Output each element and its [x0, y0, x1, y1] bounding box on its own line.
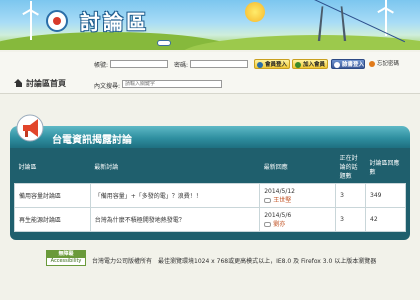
column-header: 討論區	[18, 164, 37, 171]
forum-name-link[interactable]: 備用容量討論區	[14, 183, 91, 208]
site-banner: 討論區	[0, 0, 420, 50]
latest-reply-cell: 2014/5/12 王世堅	[259, 183, 337, 208]
topic-count: 3	[335, 207, 367, 232]
reply-user-link[interactable]: 王世堅	[273, 197, 291, 204]
panel-title: 台電資訊揭露討論	[52, 135, 132, 146]
table-row: 備用容量討論區 「備用容量」+「多發的電」？浪費！！ 2014/5/12 王世堅…	[14, 183, 406, 208]
reply-user-link[interactable]: 劉亦	[273, 221, 285, 228]
account-input[interactable]	[110, 60, 168, 68]
account-label: 帳號:	[94, 62, 109, 69]
latest-topic-link[interactable]: 「備用容量」+「多發的電」？浪費！！	[89, 183, 261, 208]
accessibility-badge-title: 無障礙	[47, 251, 85, 258]
join-member-label: 加入會員	[303, 62, 326, 68]
panel-body: 討論區 最新討論 最新回應 正在討論的話題數 討論區回應數 備用容量討論區 「備…	[10, 148, 410, 240]
latest-topic-link[interactable]: 台灣為什麼不積極開發地熱發電？	[89, 207, 261, 232]
forum-home-label: 討論區首頁	[26, 79, 66, 88]
column-header: 最新討論	[94, 164, 119, 171]
topic-count: 3	[335, 183, 367, 208]
table-header-row: 討論區 最新討論 最新回應 正在討論的話題數 討論區回應數	[15, 150, 406, 184]
megaphone-icon	[16, 114, 44, 142]
facebook-icon	[334, 62, 340, 68]
page-title: 討論區	[80, 10, 149, 34]
home-icon	[14, 79, 23, 87]
search-input[interactable]	[122, 80, 222, 88]
latest-reply-cell: 2014/5/6 劉亦	[259, 207, 337, 232]
footer: 無障礙 Accessibility 台灣電力公司版權所有 最佳瀏覽環境1024 …	[0, 250, 420, 274]
power-tower-icon	[317, 6, 347, 41]
forgot-password-link[interactable]: 忘記密碼	[368, 59, 408, 69]
column-header: 討論區回應數	[369, 159, 400, 176]
footer-text: 台灣電力公司版權所有 最佳瀏覽環境1024 x 768或更高模式以上，IE8.0…	[92, 258, 377, 265]
reply-date: 2014/5/6	[264, 211, 292, 219]
member-login-button[interactable]: 會員登入	[254, 59, 290, 69]
member-login-label: 會員登入	[265, 62, 288, 68]
column-header: 最新回應	[263, 164, 288, 171]
password-label: 密碼:	[174, 62, 189, 69]
accessibility-badge-subtitle: Accessibility	[50, 258, 82, 264]
reply-date: 2014/5/12	[264, 187, 295, 195]
accessibility-badge[interactable]: 無障礙 Accessibility	[46, 250, 86, 266]
forum-name-link[interactable]: 再生能源討論區	[14, 207, 91, 232]
wind-turbine-icon	[30, 10, 32, 40]
forum-home-link[interactable]: 討論區首頁	[14, 78, 66, 89]
key-icon	[257, 62, 263, 68]
reply-count: 349	[365, 183, 406, 208]
question-icon	[369, 61, 375, 67]
join-member-button[interactable]: 加入會員	[292, 59, 328, 69]
user-add-icon	[295, 62, 301, 68]
logo-mark	[53, 17, 61, 25]
search-label: 內文搜尋:	[94, 83, 121, 90]
forgot-password-label: 忘記密碼	[377, 61, 400, 67]
password-input[interactable]	[190, 60, 248, 68]
panel-header: 台電資訊揭露討論	[10, 126, 410, 148]
column-header: 正在討論的話題數	[339, 155, 358, 180]
forum-table: 討論區 最新討論 最新回應 正在討論的話題數 討論區回應數 備用容量討論區 「備…	[14, 150, 406, 232]
car-icon	[157, 40, 171, 46]
sun-icon	[245, 2, 265, 22]
chat-icon	[264, 197, 272, 203]
reply-count: 42	[365, 207, 406, 232]
company-logo[interactable]	[46, 10, 68, 32]
facebook-login-button[interactable]: 臉書登入	[331, 59, 365, 69]
discussion-panel: 台電資訊揭露討論 討論區 最新討論 最新回應 正在討論的話題數 討論區回應數 備…	[10, 112, 410, 240]
facebook-login-label: 臉書登入	[342, 62, 365, 68]
table-row: 再生能源討論區 台灣為什麼不積極開發地熱發電？ 2014/5/6 劉亦 3 42	[14, 207, 406, 232]
nav-bar: 討論區首頁 內文搜尋:	[0, 72, 420, 94]
hill-decoration	[180, 35, 420, 50]
chat-icon	[264, 221, 272, 227]
